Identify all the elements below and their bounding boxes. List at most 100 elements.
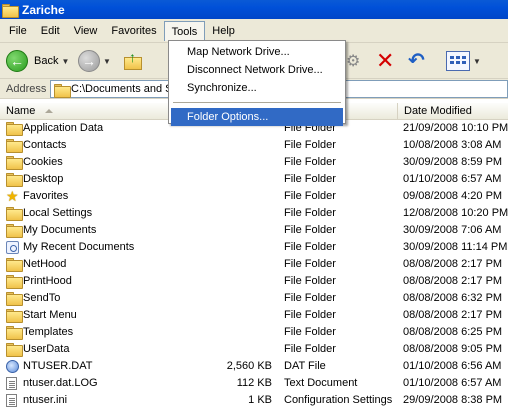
file-size <box>182 222 272 239</box>
file-date: 08/08/2008 2:17 PM <box>403 275 503 287</box>
file-name: Contacts <box>23 139 67 151</box>
file-name: Start Menu <box>23 309 77 321</box>
menu-item-disconnect-network-drive[interactable]: Disconnect Network Drive... <box>171 61 343 79</box>
file-name: Desktop <box>23 173 64 185</box>
folder-icon <box>6 139 23 153</box>
column-name-label: Name <box>6 105 36 117</box>
file-type: File Folder <box>284 241 336 253</box>
file-size <box>182 205 272 222</box>
folder-icon <box>54 84 71 98</box>
folder-icon <box>6 309 23 323</box>
up-folder-icon: ↑ <box>124 49 144 71</box>
folder-icon <box>6 343 23 357</box>
file-date: 08/08/2008 6:25 PM <box>403 326 503 338</box>
folder-icon <box>6 122 23 136</box>
delete-x-icon: ✕ <box>376 48 395 73</box>
file-row[interactable]: NetHood File Folder 08/08/2008 2:17 PM <box>0 256 508 273</box>
file-name: ntuser.dat.LOG <box>23 377 98 389</box>
file-date: 30/09/2008 11:14 PM <box>403 241 508 253</box>
file-row[interactable]: PrintHood File Folder 08/08/2008 2:17 PM <box>0 273 508 290</box>
file-name: Favorites <box>23 190 69 202</box>
up-folder-button[interactable]: ↑ <box>124 47 144 75</box>
file-date: 12/08/2008 10:20 PM <box>403 207 508 219</box>
text-document-icon <box>6 377 21 390</box>
file-row[interactable]: Desktop File Folder 01/10/2008 6:57 AM <box>0 171 508 188</box>
back-button[interactable]: ← Back ▼ <box>6 47 69 75</box>
folder-icon <box>6 156 23 170</box>
folder-icon <box>6 292 23 306</box>
delete-button[interactable]: ✕ <box>376 47 394 75</box>
file-name: Templates <box>23 326 74 338</box>
file-name: Application Data <box>23 122 104 134</box>
file-row[interactable]: UserData File Folder 08/08/2008 9:05 PM <box>0 341 508 358</box>
file-row[interactable]: Contacts File Folder 10/08/2008 3:08 AM <box>0 137 508 154</box>
menu-edit[interactable]: Edit <box>34 21 67 41</box>
file-date: 08/08/2008 2:17 PM <box>403 309 503 321</box>
file-size <box>182 188 272 205</box>
file-size <box>182 307 272 324</box>
views-button[interactable]: ▼ <box>446 47 481 75</box>
file-type: File Folder <box>284 173 336 185</box>
sort-ascending-icon <box>45 109 53 113</box>
folder-icon <box>6 275 23 289</box>
folder-icon <box>6 224 23 238</box>
menu-tools[interactable]: Tools <box>163 20 206 41</box>
file-row[interactable]: ★ Favorites File Folder 09/08/2008 4:20 PM <box>0 188 508 205</box>
file-row[interactable]: NTUSER.DAT 2,560 KB DAT File 01/10/2008 6:5… <box>0 358 508 375</box>
address-value: C:\Documents and S <box>71 83 173 95</box>
column-header-name[interactable]: Name <box>0 103 182 120</box>
back-label: Back <box>34 55 59 67</box>
file-type: DAT File <box>284 360 326 372</box>
file-row[interactable]: ntuser.dat.LOG 112 KB Text Document 01/10/2… <box>0 375 508 392</box>
file-name: PrintHood <box>23 275 72 287</box>
title-bar[interactable]: Zariche <box>0 0 508 19</box>
file-name: My Recent Documents <box>23 241 135 253</box>
menu-item-synchronize[interactable]: Synchronize... <box>171 79 343 97</box>
folder-icon <box>6 326 23 340</box>
file-type: File Folder <box>284 343 336 355</box>
menu-help[interactable]: Help <box>205 21 242 41</box>
file-type: File Folder <box>284 326 336 338</box>
file-row[interactable]: SendTo File Folder 08/08/2008 6:32 PM <box>0 290 508 307</box>
window-title: Zariche <box>22 2 65 17</box>
menu-view[interactable]: View <box>67 21 105 41</box>
menu-item-folder-options[interactable]: Folder Options... <box>171 108 343 126</box>
undo-button[interactable]: ↶ <box>408 47 425 75</box>
forward-arrow-icon: → <box>78 50 100 72</box>
folder-icon <box>6 207 23 221</box>
undo-icon: ↶ <box>408 50 425 72</box>
file-row[interactable]: Templates File Folder 08/08/2008 6:25 PM <box>0 324 508 341</box>
file-name: Cookies <box>23 156 63 168</box>
menu-file[interactable]: File <box>2 21 34 41</box>
file-date: 08/08/2008 6:32 PM <box>403 292 503 304</box>
file-row[interactable]: My Documents File Folder 30/09/2008 7:06 A… <box>0 222 508 239</box>
file-size <box>182 324 272 341</box>
file-name: Local Settings <box>23 207 93 219</box>
file-type: File Folder <box>284 224 336 236</box>
file-date: 01/10/2008 6:57 AM <box>403 173 502 185</box>
file-name: UserData <box>23 343 70 355</box>
star-icon: ★ <box>6 188 19 204</box>
menu-item-map-network-drive[interactable]: Map Network Drive... <box>171 43 343 61</box>
file-name: My Documents <box>23 224 97 236</box>
copy-to-button[interactable]: ⚙ <box>346 47 360 75</box>
column-header-date[interactable]: Date Modified <box>398 103 508 120</box>
file-date: 01/10/2008 6:57 AM <box>403 377 502 389</box>
file-row[interactable]: Cookies File Folder 30/09/2008 8:59 PM <box>0 154 508 171</box>
file-type: File Folder <box>284 207 336 219</box>
file-name: NTUSER.DAT <box>23 360 93 372</box>
file-size <box>182 290 272 307</box>
file-size: 1 KB <box>248 394 272 406</box>
menu-favorites[interactable]: Favorites <box>104 21 163 41</box>
file-row[interactable]: ntuser.ini 1 KB Configuration Settings 29/0… <box>0 392 508 409</box>
file-size: 2,560 KB <box>226 360 272 372</box>
file-size <box>182 273 272 290</box>
file-row[interactable]: Local Settings File Folder 12/08/2008 10:2… <box>0 205 508 222</box>
file-name: NetHood <box>23 258 67 270</box>
file-date: 29/09/2008 8:38 PM <box>403 394 503 406</box>
file-row[interactable]: My Recent Documents File Folder 30/09/2008… <box>0 239 508 256</box>
file-name: SendTo <box>23 292 61 304</box>
file-row[interactable]: Start Menu File Folder 08/08/2008 2:17 PM <box>0 307 508 324</box>
file-size <box>182 137 272 154</box>
forward-button[interactable]: → ▼ <box>78 47 111 75</box>
